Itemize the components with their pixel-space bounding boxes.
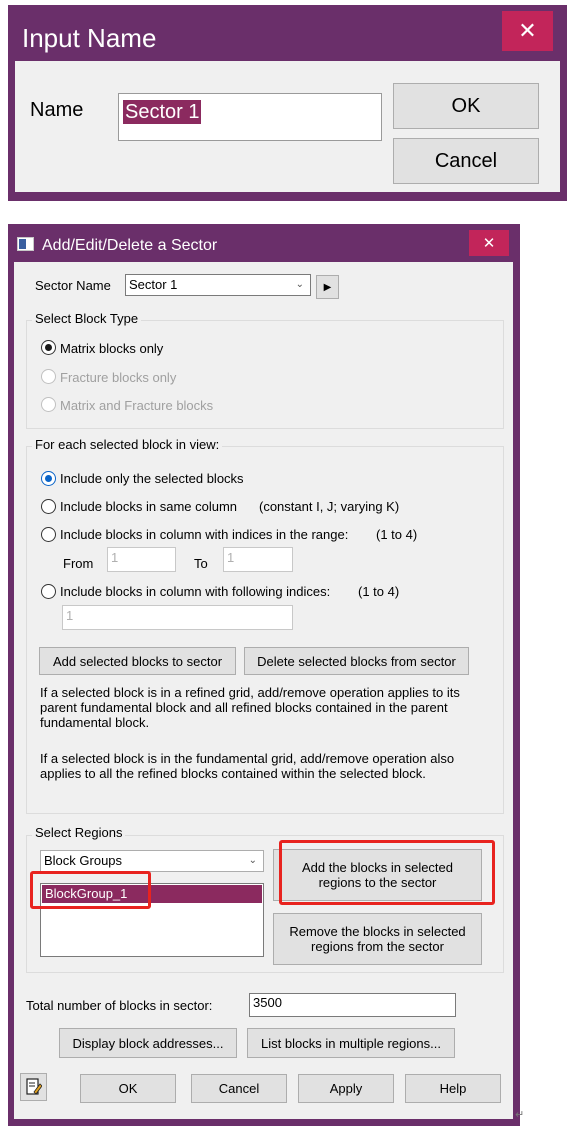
- column-note: (constant I, J; varying K): [259, 499, 400, 514]
- radio-only-selected-label: Include only the selected blocks: [60, 471, 244, 486]
- radio-same-column-label: Include blocks in same column: [60, 499, 238, 514]
- to-input[interactable]: 1: [223, 547, 293, 572]
- radio-matrix-fracture[interactable]: [41, 397, 56, 412]
- block-type-label: Select Block Type: [32, 311, 142, 326]
- dialog-title: Input Name: [22, 23, 157, 53]
- help-button[interactable]: Help: [405, 1074, 501, 1103]
- name-input-value: Sector 1: [123, 100, 202, 124]
- range-note: (1 to 4): [376, 527, 418, 542]
- dialog-body: Sector Name Sector 1 ⌄ ▶ Select Block Ty…: [14, 262, 513, 1119]
- following-indices-input[interactable]: 1: [62, 605, 293, 630]
- radio-same-column[interactable]: [41, 499, 56, 514]
- sector-name-value: Sector 1: [129, 277, 178, 292]
- ok-button[interactable]: OK: [80, 1074, 176, 1103]
- total-blocks-value: 3500: [249, 993, 456, 1017]
- radio-index-range-label: Include blocks in column with indices in…: [60, 527, 349, 542]
- cancel-button[interactable]: Cancel: [393, 138, 539, 184]
- refined-grid-note: If a selected block is in a refined grid…: [40, 685, 460, 730]
- sector-name-combo[interactable]: Sector 1 ⌄: [125, 274, 311, 296]
- chevron-down-icon: ⌄: [248, 855, 257, 866]
- dialog-title: Add/Edit/Delete a Sector: [42, 237, 218, 254]
- close-button[interactable]: ✕: [469, 230, 509, 256]
- fundamental-grid-note: If a selected block is in the fundamenta…: [40, 751, 455, 781]
- apply-button[interactable]: Apply: [298, 1074, 394, 1103]
- to-label: To: [194, 556, 208, 571]
- add-selected-blocks-button[interactable]: Add selected blocks to sector: [39, 647, 236, 675]
- sector-dialog: Add/Edit/Delete a Sector ✕ Sector Name S…: [8, 224, 520, 1126]
- document-pencil-icon: [25, 1078, 42, 1095]
- close-icon: ✕: [482, 235, 496, 252]
- from-label: From: [63, 556, 94, 571]
- app-icon: [17, 237, 34, 251]
- close-icon: ✕: [518, 18, 537, 43]
- remove-region-blocks-button[interactable]: Remove the blocks in selected regions fr…: [273, 913, 482, 965]
- list-blocks-multiple-regions-button[interactable]: List blocks in multiple regions...: [247, 1028, 455, 1058]
- close-button[interactable]: ✕: [502, 11, 553, 51]
- dialog-body: Name Sector 1 OK Cancel: [15, 61, 560, 192]
- radio-matrix-label: Matrix blocks only: [60, 341, 164, 356]
- sector-name-label: Sector Name: [35, 278, 111, 293]
- radio-following-indices[interactable]: [41, 584, 56, 599]
- total-blocks-label: Total number of blocks in sector:: [26, 998, 213, 1013]
- ok-button[interactable]: OK: [393, 83, 539, 129]
- corner-mark: ↵: [515, 1109, 525, 1121]
- highlight-box-add-button: [279, 840, 495, 905]
- name-label: Name: [30, 99, 84, 121]
- input-name-dialog: Input Name ✕ Name Sector 1 OK Cancel: [8, 5, 567, 201]
- radio-matrix-fracture-label: Matrix and Fracture blocks: [60, 398, 214, 413]
- notes-button[interactable]: [20, 1073, 47, 1101]
- play-arrow-icon: ▶: [323, 281, 332, 293]
- radio-index-range[interactable]: [41, 527, 56, 542]
- display-block-addresses-button[interactable]: Display block addresses...: [59, 1028, 237, 1058]
- following-note: (1 to 4): [358, 584, 400, 599]
- highlight-box-list-item: [30, 871, 151, 909]
- chevron-down-icon: ⌄: [295, 279, 304, 290]
- delete-selected-blocks-button[interactable]: Delete selected blocks from sector: [244, 647, 469, 675]
- selection-label: For each selected block in view:: [32, 437, 223, 452]
- radio-fracture[interactable]: [41, 369, 56, 384]
- next-sector-button[interactable]: ▶: [316, 275, 339, 299]
- regions-label: Select Regions: [32, 825, 126, 840]
- from-input[interactable]: 1: [107, 547, 176, 572]
- radio-following-indices-label: Include blocks in column with following …: [60, 584, 331, 599]
- cancel-button[interactable]: Cancel: [191, 1074, 287, 1103]
- regions-type-dropdown[interactable]: Block Groups ⌄: [40, 850, 264, 872]
- radio-only-selected[interactable]: [41, 471, 56, 486]
- radio-fracture-label: Fracture blocks only: [60, 370, 177, 385]
- name-input[interactable]: Sector 1: [118, 93, 382, 141]
- radio-matrix[interactable]: [41, 340, 56, 355]
- regions-type-value: Block Groups: [44, 853, 123, 868]
